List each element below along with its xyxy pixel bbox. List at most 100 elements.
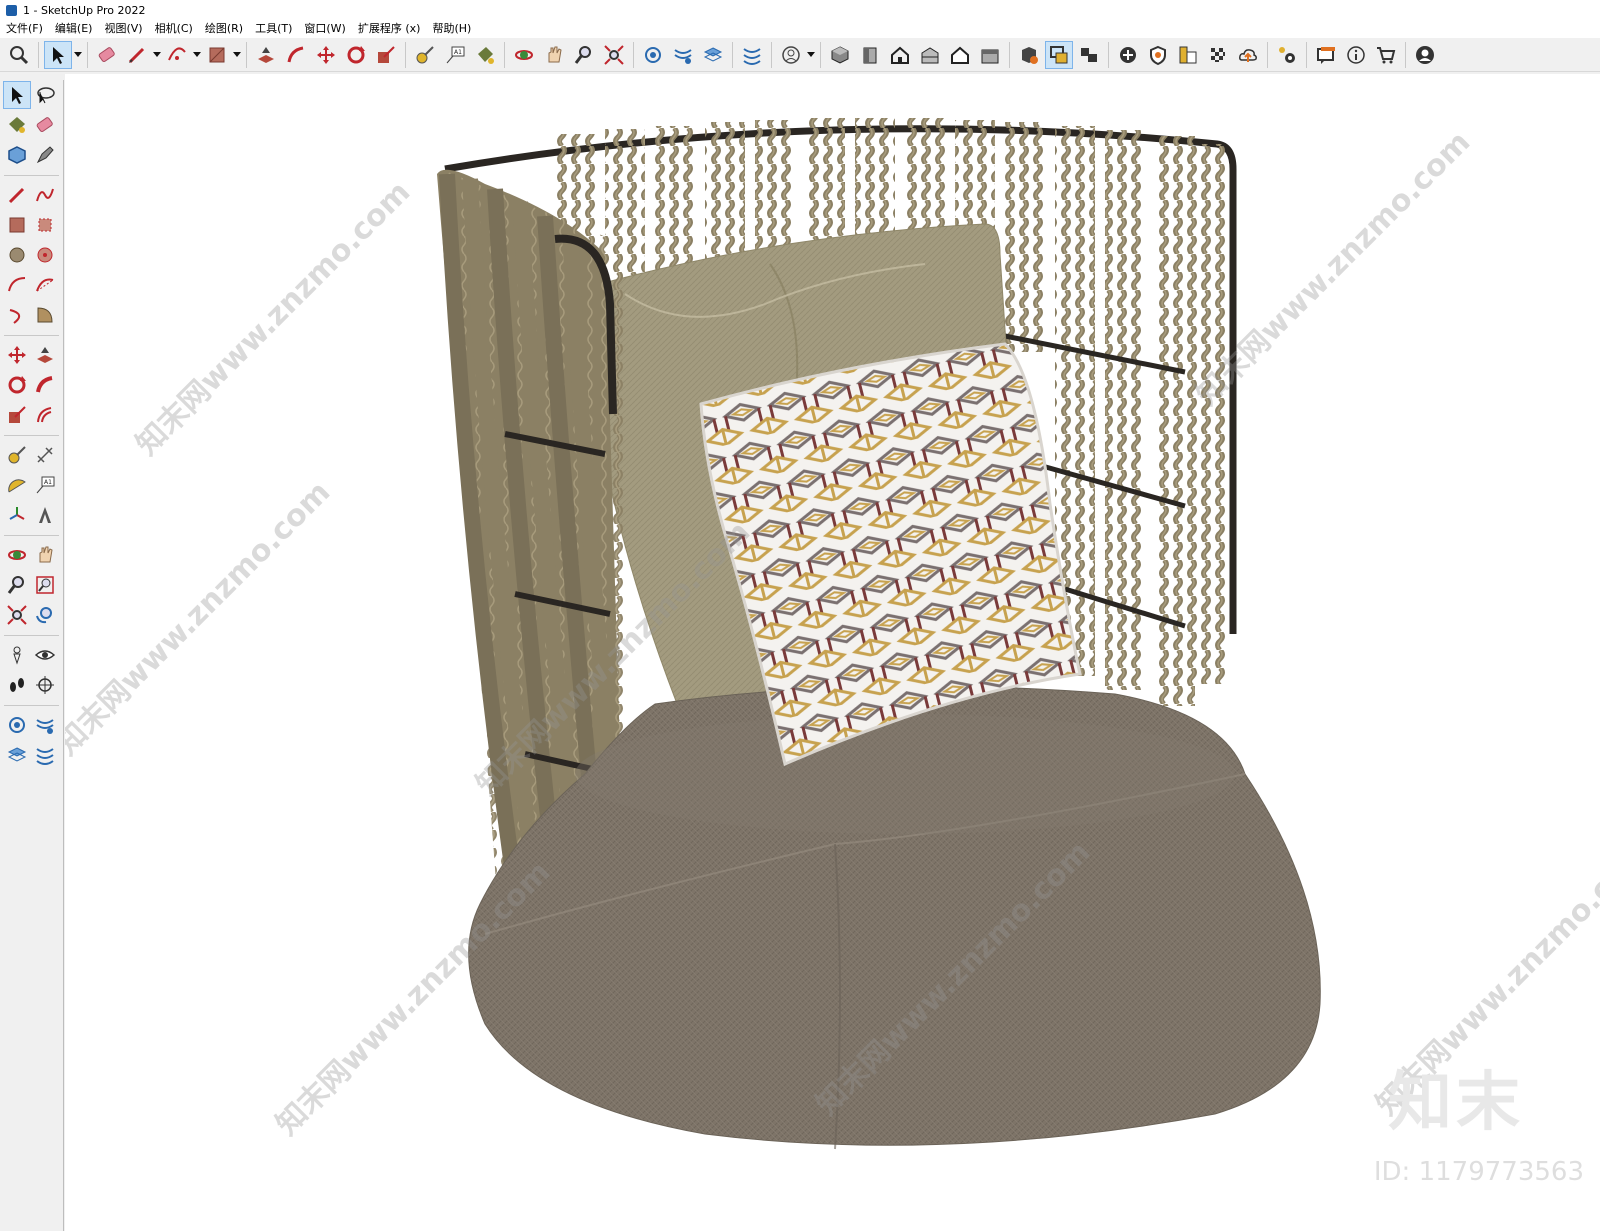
menu-extensions[interactable]: 扩展程序 (x) <box>352 20 427 38</box>
menu-view[interactable]: 视图(V) <box>98 20 148 38</box>
account-icon[interactable] <box>777 41 805 69</box>
orbit-tool-icon[interactable] <box>3 541 31 569</box>
section-display-icon[interactable] <box>31 711 59 739</box>
lasso-select-icon[interactable] <box>31 81 59 109</box>
menu-draw[interactable]: 绘图(R) <box>199 20 249 38</box>
two-point-arc-icon[interactable] <box>31 271 59 299</box>
scale-icon[interactable] <box>372 41 400 69</box>
profile-icon[interactable] <box>1411 41 1439 69</box>
zoom-extents-icon[interactable] <box>600 41 628 69</box>
style-left-icon[interactable] <box>31 741 59 769</box>
push-pull-icon[interactable] <box>252 41 280 69</box>
walk-icon[interactable] <box>3 671 31 699</box>
menu-window[interactable]: 窗口(W) <box>298 20 351 38</box>
zoom-tool-icon[interactable] <box>570 41 598 69</box>
zoom-left-icon[interactable] <box>3 571 31 599</box>
freehand-tool-icon[interactable] <box>31 181 59 209</box>
move-icon[interactable] <box>312 41 340 69</box>
menu-camera[interactable]: 相机(C) <box>149 20 199 38</box>
zoom-window-icon[interactable] <box>31 571 59 599</box>
select-dropdown[interactable] <box>73 41 83 69</box>
message-icon[interactable] <box>1312 41 1340 69</box>
protractor-tool-icon[interactable] <box>3 471 31 499</box>
rotate-tool-icon[interactable] <box>3 371 31 399</box>
offset-tool-icon[interactable] <box>31 401 59 429</box>
pan-icon[interactable] <box>540 41 568 69</box>
right-view-icon[interactable] <box>916 41 944 69</box>
tape-tool-icon[interactable] <box>3 441 31 469</box>
warehouse-icon[interactable] <box>1015 41 1043 69</box>
layers-icon[interactable] <box>699 41 727 69</box>
tape-measure-icon[interactable] <box>411 41 439 69</box>
follow-me-icon[interactable] <box>282 41 310 69</box>
layers-left-icon[interactable] <box>3 741 31 769</box>
push-pull-tool-icon[interactable] <box>31 341 59 369</box>
text-icon[interactable]: A1 <box>441 41 469 69</box>
line-tool-icon[interactable] <box>3 181 31 209</box>
menu-tools[interactable]: 工具(T) <box>249 20 298 38</box>
cloud-upload-icon[interactable] <box>1234 41 1262 69</box>
rectangle-dropdown[interactable] <box>232 41 242 69</box>
style-icon[interactable] <box>738 41 766 69</box>
zoom-icon[interactable] <box>5 41 33 69</box>
rotated-rectangle-tool-icon[interactable] <box>31 211 59 239</box>
arc-tool-icon[interactable] <box>3 271 31 299</box>
settings-icon[interactable] <box>1273 41 1301 69</box>
back-view-icon[interactable] <box>946 41 974 69</box>
move-tool-icon[interactable] <box>3 341 31 369</box>
front-view-icon[interactable] <box>856 41 884 69</box>
pan-tool-icon[interactable] <box>31 541 59 569</box>
3d-text-tool-icon[interactable] <box>31 501 59 529</box>
scene-icon[interactable] <box>1075 41 1103 69</box>
axes-tool-icon[interactable] <box>3 501 31 529</box>
paint-tool-icon[interactable] <box>3 111 31 139</box>
select-icon[interactable] <box>44 40 72 69</box>
rotate-icon[interactable] <box>342 41 370 69</box>
materials-icon[interactable] <box>1174 41 1202 69</box>
polygon-tool-icon[interactable] <box>31 241 59 269</box>
select-tool-icon[interactable] <box>3 81 31 109</box>
rectangle-tool-icon[interactable] <box>3 211 31 239</box>
paint-bucket-icon[interactable] <box>471 41 499 69</box>
menu-edit[interactable]: 编辑(E) <box>49 20 99 38</box>
arc-dropdown[interactable] <box>192 41 202 69</box>
look-around-icon[interactable] <box>31 641 59 669</box>
text-tool-icon[interactable]: A1 <box>31 471 59 499</box>
make-component-icon[interactable] <box>3 141 31 169</box>
pie-tool-icon[interactable] <box>31 301 59 329</box>
cart-icon[interactable] <box>1372 41 1400 69</box>
arc-icon[interactable] <box>163 41 191 69</box>
previous-view-icon[interactable] <box>31 601 59 629</box>
circle-tool-icon[interactable] <box>3 241 31 269</box>
iso-view-icon[interactable] <box>826 41 854 69</box>
pencil-icon[interactable] <box>123 41 151 69</box>
zoom-extents-left-icon[interactable] <box>3 601 31 629</box>
account-dropdown[interactable] <box>806 41 816 69</box>
3d-viewport[interactable]: 知末网www.znzmo.com 知末网www.znzmo.com 知末网www… <box>65 74 1600 1231</box>
scale-tool-icon[interactable] <box>3 401 31 429</box>
three-point-arc-icon[interactable] <box>3 301 31 329</box>
component-icon[interactable] <box>1045 40 1073 69</box>
pencil-dropdown[interactable] <box>152 41 162 69</box>
toolbar-separator <box>1405 41 1406 68</box>
top-view-icon[interactable] <box>886 41 914 69</box>
orbit-icon[interactable] <box>510 41 538 69</box>
menu-help[interactable]: 帮助(H) <box>426 20 477 38</box>
section-icon[interactable] <box>669 41 697 69</box>
follow-me-tool-icon[interactable] <box>31 371 59 399</box>
checker-icon[interactable] <box>1204 41 1232 69</box>
eraser-tool-icon[interactable] <box>31 111 59 139</box>
add-icon[interactable] <box>1114 41 1142 69</box>
eraser-icon[interactable] <box>93 41 121 69</box>
rectangle-icon[interactable] <box>203 41 231 69</box>
left-view-icon[interactable] <box>976 41 1004 69</box>
dimension-tool-icon[interactable] <box>31 441 59 469</box>
menu-file[interactable]: 文件(F) <box>0 20 49 38</box>
info-icon[interactable] <box>1342 41 1370 69</box>
section-plane-icon[interactable] <box>31 671 59 699</box>
shield-icon[interactable] <box>1144 41 1172 69</box>
tag-tool-icon[interactable] <box>31 141 59 169</box>
tag-left-icon[interactable] <box>3 711 31 739</box>
tag-icon[interactable] <box>639 41 667 69</box>
position-camera-icon[interactable] <box>3 641 31 669</box>
